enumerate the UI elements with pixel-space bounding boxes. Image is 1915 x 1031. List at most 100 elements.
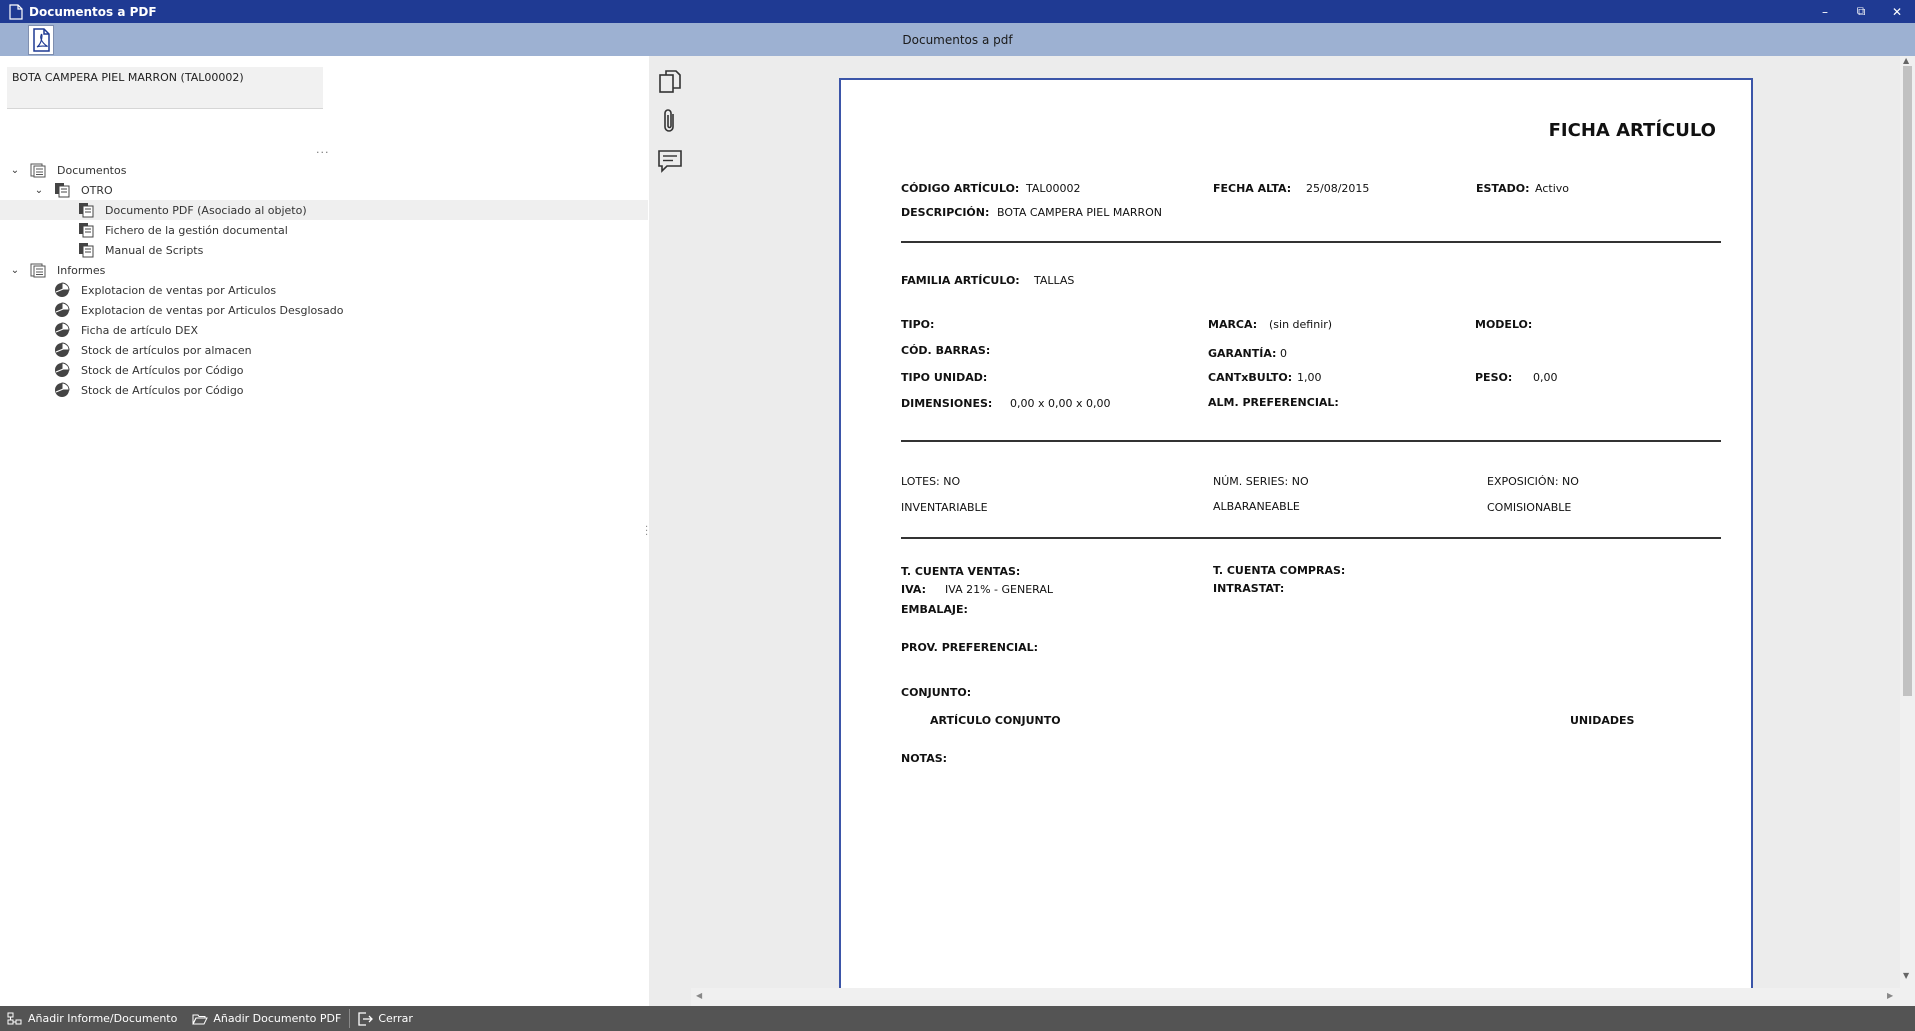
almpref-label: ALM. PREFERENCIAL:: [1208, 396, 1339, 409]
pdf-viewer[interactable]: FICHA ARTÍCULO CÓDIGO ARTÍCULO: TAL00002…: [691, 56, 1915, 1006]
tree-item-report[interactable]: Explotacion de ventas por Articulos: [0, 280, 648, 300]
add-report-label: Añadir Informe/Documento: [28, 1012, 178, 1025]
iva-value: IVA 21% - GENERAL: [945, 583, 1054, 596]
estado-label: ESTADO:: [1476, 182, 1530, 195]
report-chart-icon: [55, 282, 70, 297]
copy-icon: [659, 70, 681, 93]
copy-button[interactable]: [656, 68, 684, 96]
garantia-label: GARANTÍA:: [1208, 347, 1277, 360]
paperclip-icon: [664, 109, 674, 132]
minimize-button[interactable]: –: [1807, 0, 1843, 23]
report-chart-icon: [55, 322, 70, 337]
descripcion-label: DESCRIPCIÓN:: [901, 206, 990, 219]
cuentaventas-label: T. CUENTA VENTAS:: [901, 565, 1021, 578]
restore-button[interactable]: ⧉: [1843, 0, 1879, 23]
tree-label-informes: Informes: [57, 263, 106, 277]
scrollbar-thumb[interactable]: [1903, 66, 1912, 696]
comisionable-text: COMISIONABLE: [1487, 501, 1572, 514]
toolbar-title: Documentos a pdf: [902, 32, 1013, 47]
document-title: FICHA ARTÍCULO: [1548, 120, 1716, 141]
left-panel: BOTA CAMPERA PIEL MARRON (TAL00002) ... …: [0, 56, 648, 1006]
tree-item-report[interactable]: Ficha de artículo DEX: [0, 320, 648, 340]
peso-label: PESO:: [1475, 371, 1513, 384]
document-file-icon: [79, 203, 94, 218]
estado-value: Activo: [1535, 182, 1569, 195]
exposicion-text: EXPOSICIÓN: NO: [1487, 475, 1579, 488]
codigo-label: CÓDIGO ARTÍCULO:: [901, 182, 1020, 195]
open-folder-icon: [192, 1014, 209, 1024]
conjunto-label: CONJUNTO:: [901, 686, 972, 699]
marca-label: MARCA:: [1208, 318, 1258, 331]
peso-value: 0,00: [1533, 371, 1558, 384]
tree-item-manual-scripts[interactable]: Manual de Scripts: [0, 240, 648, 260]
notas-label: NOTAS:: [901, 752, 948, 765]
articulo-conjunto-header: ARTÍCULO CONJUNTO: [930, 714, 1061, 727]
close-button[interactable]: Cerrar: [350, 1006, 421, 1031]
chevron-down-icon[interactable]: ⌄: [10, 265, 20, 276]
tree-item-report[interactable]: Stock de Artículos por Código: [0, 360, 648, 380]
numseries-text: NÚM. SERIES: NO: [1213, 475, 1309, 488]
tree-label: Stock de Artículos por Código: [81, 383, 244, 397]
provpref-label: PROV. PREFERENCIAL:: [901, 641, 1039, 654]
tree-label: Fichero de la gestión documental: [105, 223, 288, 237]
scroll-up-arrow-icon[interactable]: ▲: [1903, 56, 1909, 65]
tree-label: Stock de artículos por almacen: [81, 343, 252, 357]
fecha-value: 25/08/2015: [1306, 182, 1370, 195]
albaraneable-text: ALBARANEABLE: [1213, 500, 1300, 513]
attach-button[interactable]: [656, 107, 684, 135]
horizontal-scrollbar[interactable]: ◀ ▶: [691, 988, 1915, 1006]
inventariable-text: INVENTARIABLE: [901, 501, 988, 514]
tree-node-informes[interactable]: ⌄ Informes: [0, 260, 648, 280]
report-chart-icon: [55, 362, 70, 377]
descripcion-value: BOTA CAMPERA PIEL MARRON: [997, 206, 1163, 219]
cantbulto-value: 1,00: [1297, 371, 1322, 384]
more-options-button[interactable]: ...: [316, 143, 330, 156]
section-divider: [901, 537, 1721, 539]
embalaje-label: EMBALAJE:: [901, 603, 968, 616]
comment-icon: [658, 150, 682, 173]
tree-label-otro: OTRO: [81, 183, 113, 197]
tree-node-documentos[interactable]: ⌄ Documentos: [0, 160, 648, 180]
intrastat-label: INTRASTAT:: [1213, 582, 1285, 595]
tree-item-fichero-gestion[interactable]: Fichero de la gestión documental: [0, 220, 648, 240]
folder-reports-icon: [30, 263, 46, 278]
marca-value: (sin definir): [1269, 318, 1333, 331]
object-label: BOTA CAMPERA PIEL MARRON (TAL00002): [12, 71, 244, 84]
report-chart-icon: [55, 302, 70, 317]
scroll-down-arrow-icon[interactable]: ▼: [1903, 971, 1909, 980]
add-report-button[interactable]: Añadir Informe/Documento: [0, 1006, 185, 1031]
iva-label: IVA:: [901, 583, 926, 596]
object-field[interactable]: BOTA CAMPERA PIEL MARRON (TAL00002): [7, 67, 323, 109]
pdf-logo-icon: [28, 25, 54, 55]
scroll-right-arrow-icon[interactable]: ▶: [1887, 991, 1893, 1000]
cuentacompras-label: T. CUENTA COMPRAS:: [1213, 564, 1346, 577]
add-pdf-button[interactable]: Añadir Documento PDF: [185, 1006, 349, 1031]
add-tree-icon: [7, 1012, 22, 1024]
familia-value: TALLAS: [1034, 274, 1075, 287]
tree-item-documento-pdf[interactable]: Documento PDF (Asociado al objeto): [0, 200, 648, 220]
vertical-scrollbar[interactable]: ▲ ▼: [1900, 56, 1915, 988]
tree-item-report[interactable]: Explotacion de ventas por Articulos Desg…: [0, 300, 648, 320]
tree-label: Manual de Scripts: [105, 243, 204, 257]
window-title: Documentos a PDF: [29, 4, 157, 19]
chevron-down-icon[interactable]: ⌄: [10, 165, 20, 176]
report-chart-icon: [55, 382, 70, 397]
tree-item-report[interactable]: Stock de Artículos por Código: [0, 380, 648, 400]
tree-label: Explotacion de ventas por Articulos: [81, 283, 277, 297]
folder-documents-icon: [30, 163, 46, 178]
header-toolbar: Documentos a pdf: [0, 23, 1915, 56]
garantia-value: 0: [1280, 347, 1287, 360]
document-file-icon: [79, 223, 94, 238]
close-window-button[interactable]: ✕: [1879, 0, 1915, 23]
tree-label-documentos: Documentos: [57, 163, 127, 177]
pdf-page: FICHA ARTÍCULO CÓDIGO ARTÍCULO: TAL00002…: [839, 78, 1753, 988]
chevron-down-icon[interactable]: ⌄: [34, 185, 44, 196]
unidades-header: UNIDADES: [1570, 714, 1635, 727]
comment-button[interactable]: [656, 147, 684, 175]
tree-item-report[interactable]: Stock de artículos por almacen: [0, 340, 648, 360]
tree-label: Explotacion de ventas por Articulos Desg…: [81, 303, 344, 317]
tree-node-otro[interactable]: ⌄ OTRO: [0, 180, 648, 200]
scroll-left-arrow-icon[interactable]: ◀: [696, 991, 702, 1000]
section-divider: [901, 241, 1721, 243]
familia-label: FAMILIA ARTÍCULO:: [901, 274, 1020, 287]
